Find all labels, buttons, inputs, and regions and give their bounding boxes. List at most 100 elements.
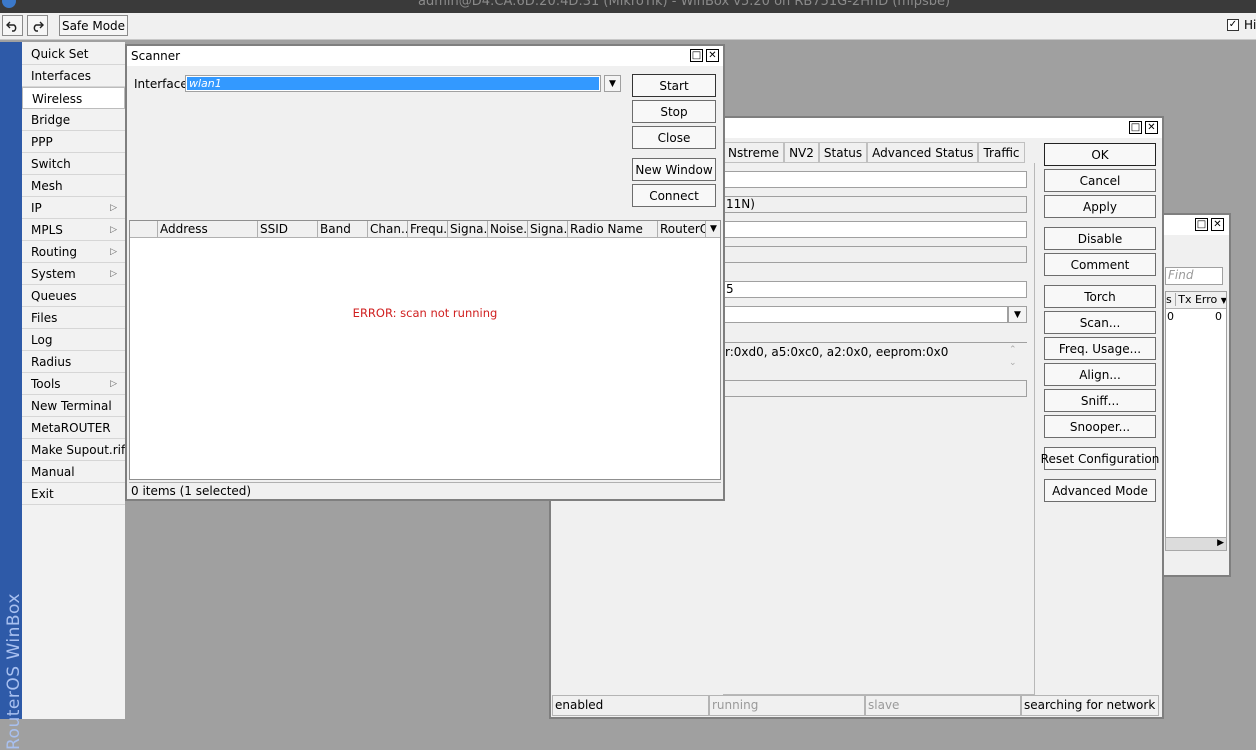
column-header-ssid[interactable]: SSID xyxy=(258,221,318,237)
scan-results-table[interactable]: Address SSID Band Chan... Frequ... Signa… xyxy=(129,220,721,480)
menu-item-label: Switch xyxy=(31,157,71,171)
menu-item-label: Wireless xyxy=(32,92,83,106)
menu-item-mesh[interactable]: Mesh xyxy=(22,175,125,197)
connect-button[interactable]: Connect xyxy=(632,184,716,207)
column-header-frequency[interactable]: Frequ... xyxy=(408,221,448,237)
safe-mode-button[interactable]: Safe Mode xyxy=(59,15,128,36)
redo-icon xyxy=(33,21,44,32)
close-icon[interactable]: ✕ xyxy=(706,49,719,62)
menu-item-log[interactable]: Log xyxy=(22,329,125,351)
column-header-routeros-version[interactable]: RouterO... xyxy=(658,221,706,237)
submenu-arrow-icon: ▷ xyxy=(110,203,117,213)
column-header-signal-strength[interactable]: Signa... xyxy=(448,221,488,237)
scanner-title: Scanner xyxy=(131,49,181,63)
list-header: s Tx Erro ▼ xyxy=(1166,292,1226,309)
apply-button[interactable]: Apply xyxy=(1044,195,1156,218)
column-header-channel[interactable]: Chan... xyxy=(368,221,408,237)
menu-item-radius[interactable]: Radius xyxy=(22,351,125,373)
undo-button[interactable] xyxy=(2,15,23,36)
winbox-app-icon xyxy=(2,0,16,8)
main-toolbar: Safe Mode ✓ Hid xyxy=(0,13,1256,40)
cell-value: 0 xyxy=(1167,310,1174,323)
start-button[interactable]: Start xyxy=(632,74,716,97)
menu-item-new-terminal[interactable]: New Terminal xyxy=(22,395,125,417)
interface-label: Interface: xyxy=(134,77,192,91)
maximize-icon[interactable]: □ xyxy=(1195,218,1208,231)
background-list[interactable]: s Tx Erro ▼ 0 0 xyxy=(1165,291,1227,541)
column-header-noise[interactable]: Noise... xyxy=(488,221,528,237)
menu-item-label: Files xyxy=(31,311,58,325)
menu-item-metarouter[interactable]: MetaROUTER xyxy=(22,417,125,439)
menu-item-files[interactable]: Files xyxy=(22,307,125,329)
cancel-button[interactable]: Cancel xyxy=(1044,169,1156,192)
interface-select[interactable]: wlan1 xyxy=(185,75,601,92)
menu-item-mpls[interactable]: MPLS ▷ xyxy=(22,219,125,241)
menu-item-label: IP xyxy=(31,201,42,215)
column-header-address[interactable]: Address xyxy=(158,221,258,237)
menu-item-wireless[interactable]: Wireless xyxy=(22,87,125,109)
redo-button[interactable] xyxy=(27,15,48,36)
column-header-signal-to-noise[interactable]: Signa... xyxy=(528,221,568,237)
hide-passwords-label: Hid xyxy=(1244,18,1256,32)
maximize-icon[interactable]: □ xyxy=(690,49,703,62)
scanner-window[interactable]: Scanner □ ✕ Interface: wlan1 ▼ Start Sto… xyxy=(125,44,725,501)
disable-button[interactable]: Disable xyxy=(1044,227,1156,250)
align-button[interactable]: Align... xyxy=(1044,363,1156,386)
close-icon[interactable]: ✕ xyxy=(1145,121,1158,134)
scroll-right-icon[interactable]: ▶ xyxy=(1217,538,1224,548)
menu-item-label: Make Supout.rif xyxy=(31,443,126,457)
window-title: admin@D4:CA:6D:20:4D:31 (MikroTik) - Win… xyxy=(418,0,951,9)
ok-button[interactable]: OK xyxy=(1044,143,1156,166)
menu-item-manual[interactable]: Manual xyxy=(22,461,125,483)
tab-traffic[interactable]: Traffic xyxy=(978,142,1025,163)
horizontal-scrollbar[interactable]: ▶ xyxy=(1165,537,1227,551)
comment-button[interactable]: Comment xyxy=(1044,253,1156,276)
find-input[interactable]: Find xyxy=(1165,267,1223,285)
menu-item-routing[interactable]: Routing ▷ xyxy=(22,241,125,263)
dropdown-arrow-icon[interactable]: ▼ xyxy=(604,75,621,92)
menu-item-switch[interactable]: Switch xyxy=(22,153,125,175)
menu-item-ppp[interactable]: PPP xyxy=(22,131,125,153)
menu-item-label: Queues xyxy=(31,289,77,303)
torch-button[interactable]: Torch xyxy=(1044,285,1156,308)
advanced-mode-button[interactable]: Advanced Mode xyxy=(1044,479,1156,502)
column-menu-icon[interactable]: ▼ xyxy=(1221,296,1226,305)
menu-item-tools[interactable]: Tools ▷ xyxy=(22,373,125,395)
reset-configuration-button[interactable]: Reset Configuration xyxy=(1041,447,1159,470)
column-header[interactable]: s xyxy=(1166,293,1172,306)
tab-nstreme[interactable]: Nstreme xyxy=(723,142,785,163)
stop-button[interactable]: Stop xyxy=(632,100,716,123)
menu-item-label: Manual xyxy=(31,465,75,479)
menu-item-bridge[interactable]: Bridge xyxy=(22,109,125,131)
column-header-radio-name[interactable]: Radio Name xyxy=(568,221,658,237)
hide-passwords-checkbox[interactable]: ✓ xyxy=(1227,19,1239,31)
interface-tabs: Nstreme NV2 Status Advanced Status Traff… xyxy=(723,142,1025,163)
cell-value: 0 xyxy=(1215,310,1222,323)
freq-usage-button[interactable]: Freq. Usage... xyxy=(1044,337,1156,360)
menu-item-make-supout[interactable]: Make Supout.rif xyxy=(22,439,125,461)
menu-item-queues[interactable]: Queues xyxy=(22,285,125,307)
column-header-band[interactable]: Band xyxy=(318,221,368,237)
menu-item-quick-set[interactable]: Quick Set xyxy=(22,43,125,65)
tab-advanced-status[interactable]: Advanced Status xyxy=(867,142,979,163)
close-button[interactable]: Close xyxy=(632,126,716,149)
tab-panel xyxy=(723,163,1035,695)
scan-button[interactable]: Scan... xyxy=(1044,311,1156,334)
column-header-tx-errors[interactable]: Tx Erro xyxy=(1175,293,1218,306)
menu-item-system[interactable]: System ▷ xyxy=(22,263,125,285)
sniff-button[interactable]: Sniff... xyxy=(1044,389,1156,412)
interface-select-value: wlan1 xyxy=(187,77,599,90)
column-menu-icon[interactable]: ▼ xyxy=(707,221,720,237)
column-header-blank[interactable] xyxy=(130,221,158,237)
menu-item-interfaces[interactable]: Interfaces xyxy=(22,65,125,87)
menu-item-label: Tools xyxy=(31,377,61,391)
maximize-icon[interactable]: □ xyxy=(1129,121,1142,134)
snooper-button[interactable]: Snooper... xyxy=(1044,415,1156,438)
menu-item-exit[interactable]: Exit xyxy=(22,483,125,505)
scan-error-message: ERROR: scan not running xyxy=(352,306,498,320)
close-icon[interactable]: ✕ xyxy=(1211,218,1224,231)
new-window-button[interactable]: New Window xyxy=(632,158,716,181)
tab-nv2[interactable]: NV2 xyxy=(784,142,819,163)
tab-status[interactable]: Status xyxy=(818,142,868,163)
menu-item-ip[interactable]: IP ▷ xyxy=(22,197,125,219)
